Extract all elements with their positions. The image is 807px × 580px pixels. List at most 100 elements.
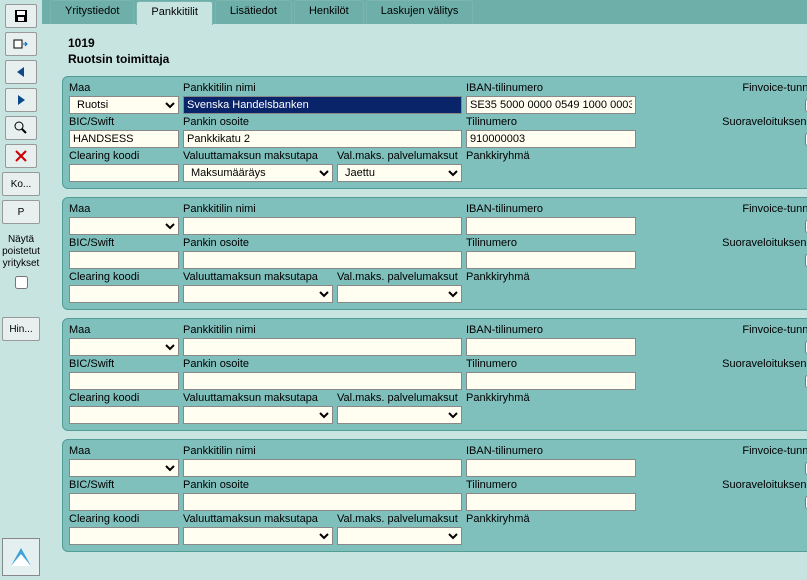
currency-payment-method-select[interactable] — [183, 527, 333, 545]
supplier-header: 1019 Ruotsin toimittaja — [62, 36, 807, 66]
sidebar: Ko... P Näytä poistetut yritykset Hin... — [0, 0, 42, 580]
label-finvoice: Finvoice-tunnus — [640, 323, 807, 337]
iban-input[interactable] — [466, 217, 636, 235]
label-clearing: Clearing koodi — [69, 270, 179, 284]
next-button[interactable] — [5, 88, 37, 112]
country-select[interactable] — [69, 338, 179, 356]
prev-button[interactable] — [5, 60, 37, 84]
account-number-input[interactable] — [466, 130, 636, 148]
clearing-input[interactable] — [69, 406, 179, 424]
label-finvoice: Finvoice-tunnus — [640, 81, 807, 95]
label-val-palvelumaksut: Val.maks. palvelumaksut — [337, 270, 462, 284]
service-fee-select[interactable] — [337, 406, 462, 424]
country-select[interactable] — [69, 459, 179, 477]
currency-payment-method-select[interactable] — [183, 406, 333, 424]
bank-name-input[interactable] — [183, 217, 462, 235]
label-pankkiryhma: Pankkiryhmä — [466, 149, 636, 163]
label-valuutta-maksutapa: Valuuttamaksun maksutapa — [183, 391, 333, 405]
label-maa: Maa — [69, 81, 179, 95]
bank-address-input[interactable] — [183, 493, 462, 511]
clearing-input[interactable] — [69, 285, 179, 303]
bic-input[interactable] — [69, 372, 179, 390]
tab-lisatiedot[interactable]: Lisätiedot — [215, 0, 292, 24]
tab-yritystiedot[interactable]: Yritystiedot — [50, 0, 134, 24]
label-clearing: Clearing koodi — [69, 391, 179, 405]
iban-input[interactable] — [466, 338, 636, 356]
label-tilinumero: Tilinumero — [466, 236, 636, 250]
service-fee-select[interactable] — [337, 285, 462, 303]
label-iban: IBAN-tilinumero — [466, 444, 636, 458]
label-clearing: Clearing koodi — [69, 149, 179, 163]
show-deleted-checkbox[interactable] — [15, 276, 28, 289]
bank-address-input[interactable] — [183, 372, 462, 390]
export-right-button[interactable] — [5, 32, 37, 56]
save-button[interactable] — [5, 4, 37, 28]
label-maa: Maa — [69, 323, 179, 337]
app-logo — [2, 538, 40, 576]
label-tilinumero: Tilinumero — [466, 357, 636, 371]
supplier-name: Ruotsin toimittaja — [68, 52, 807, 66]
bank-group: Maa Pankkitilin nimi IBAN-tilinumero Fin… — [62, 318, 807, 431]
label-pankkiryhma: Pankkiryhmä — [466, 391, 636, 405]
label-finvoice: Finvoice-tunnus — [640, 202, 807, 216]
label-suoraveloitus: Suoraveloituksen tili — [640, 478, 807, 492]
show-deleted-label: Näytä poistetut yritykset — [2, 234, 40, 270]
bank-address-input[interactable] — [183, 130, 462, 148]
country-select[interactable] — [69, 217, 179, 235]
content-area: 1019 Ruotsin toimittaja Maa Pankkitilin … — [42, 24, 807, 580]
delete-button[interactable] — [5, 144, 37, 168]
main-panel: Yritystiedot Pankkitilit Lisätiedot Henk… — [42, 0, 807, 580]
iban-input[interactable] — [466, 96, 636, 114]
label-bic: BIC/Swift — [69, 357, 179, 371]
label-pankkiryhma: Pankkiryhmä — [466, 512, 636, 526]
label-valuutta-maksutapa: Valuuttamaksun maksutapa — [183, 149, 333, 163]
bank-name-input[interactable] — [183, 96, 462, 114]
label-pankin-osoite: Pankin osoite — [183, 236, 462, 250]
label-pankkiryhma: Pankkiryhmä — [466, 270, 636, 284]
bank-group: Maa Pankkitilin nimi IBAN-tilinumero Fin… — [62, 197, 807, 310]
bic-input[interactable] — [69, 130, 179, 148]
bic-input[interactable] — [69, 493, 179, 511]
currency-payment-method-select[interactable]: Maksumääräys — [183, 164, 333, 182]
label-suoraveloitus: Suoraveloituksen tili — [640, 357, 807, 371]
bank-name-input[interactable] — [183, 338, 462, 356]
bank-name-input[interactable] — [183, 459, 462, 477]
bank-group: Maa Pankkitilin nimi IBAN-tilinumero Fin… — [62, 439, 807, 552]
tab-pankkitilit[interactable]: Pankkitilit — [136, 1, 212, 25]
label-maa: Maa — [69, 202, 179, 216]
search-button[interactable] — [5, 116, 37, 140]
currency-payment-method-select[interactable] — [183, 285, 333, 303]
label-bic: BIC/Swift — [69, 236, 179, 250]
label-valuutta-maksutapa: Valuuttamaksun maksutapa — [183, 512, 333, 526]
bic-input[interactable] — [69, 251, 179, 269]
label-pankin-osoite: Pankin osoite — [183, 478, 462, 492]
label-pankkitilin-nimi: Pankkitilin nimi — [183, 323, 462, 337]
label-val-palvelumaksut: Val.maks. palvelumaksut — [337, 391, 462, 405]
account-number-input[interactable] — [466, 251, 636, 269]
label-valuutta-maksutapa: Valuuttamaksun maksutapa — [183, 270, 333, 284]
clearing-input[interactable] — [69, 164, 179, 182]
supplier-id: 1019 — [68, 36, 807, 50]
p-button[interactable]: P — [2, 200, 40, 224]
tab-henkilot[interactable]: Henkilöt — [294, 0, 364, 24]
label-pankin-osoite: Pankin osoite — [183, 115, 462, 129]
label-clearing: Clearing koodi — [69, 512, 179, 526]
country-select[interactable]: Ruotsi — [69, 96, 179, 114]
iban-input[interactable] — [466, 459, 636, 477]
bank-address-input[interactable] — [183, 251, 462, 269]
label-tilinumero: Tilinumero — [466, 115, 636, 129]
ko-button[interactable]: Ko... — [2, 172, 40, 196]
label-finvoice: Finvoice-tunnus — [640, 444, 807, 458]
label-suoraveloitus: Suoraveloituksen tili — [640, 115, 807, 129]
tab-laskujen-valitys[interactable]: Laskujen välitys — [366, 0, 474, 24]
bank-group: Maa Pankkitilin nimi IBAN-tilinumero Fin… — [62, 76, 807, 189]
hin-button[interactable]: Hin... — [2, 317, 40, 341]
label-iban: IBAN-tilinumero — [466, 202, 636, 216]
service-fee-select[interactable] — [337, 527, 462, 545]
account-number-input[interactable] — [466, 372, 636, 390]
service-fee-select[interactable]: Jaettu — [337, 164, 462, 182]
clearing-input[interactable] — [69, 527, 179, 545]
account-number-input[interactable] — [466, 493, 636, 511]
tab-bar: Yritystiedot Pankkitilit Lisätiedot Henk… — [42, 0, 807, 24]
label-iban: IBAN-tilinumero — [466, 323, 636, 337]
